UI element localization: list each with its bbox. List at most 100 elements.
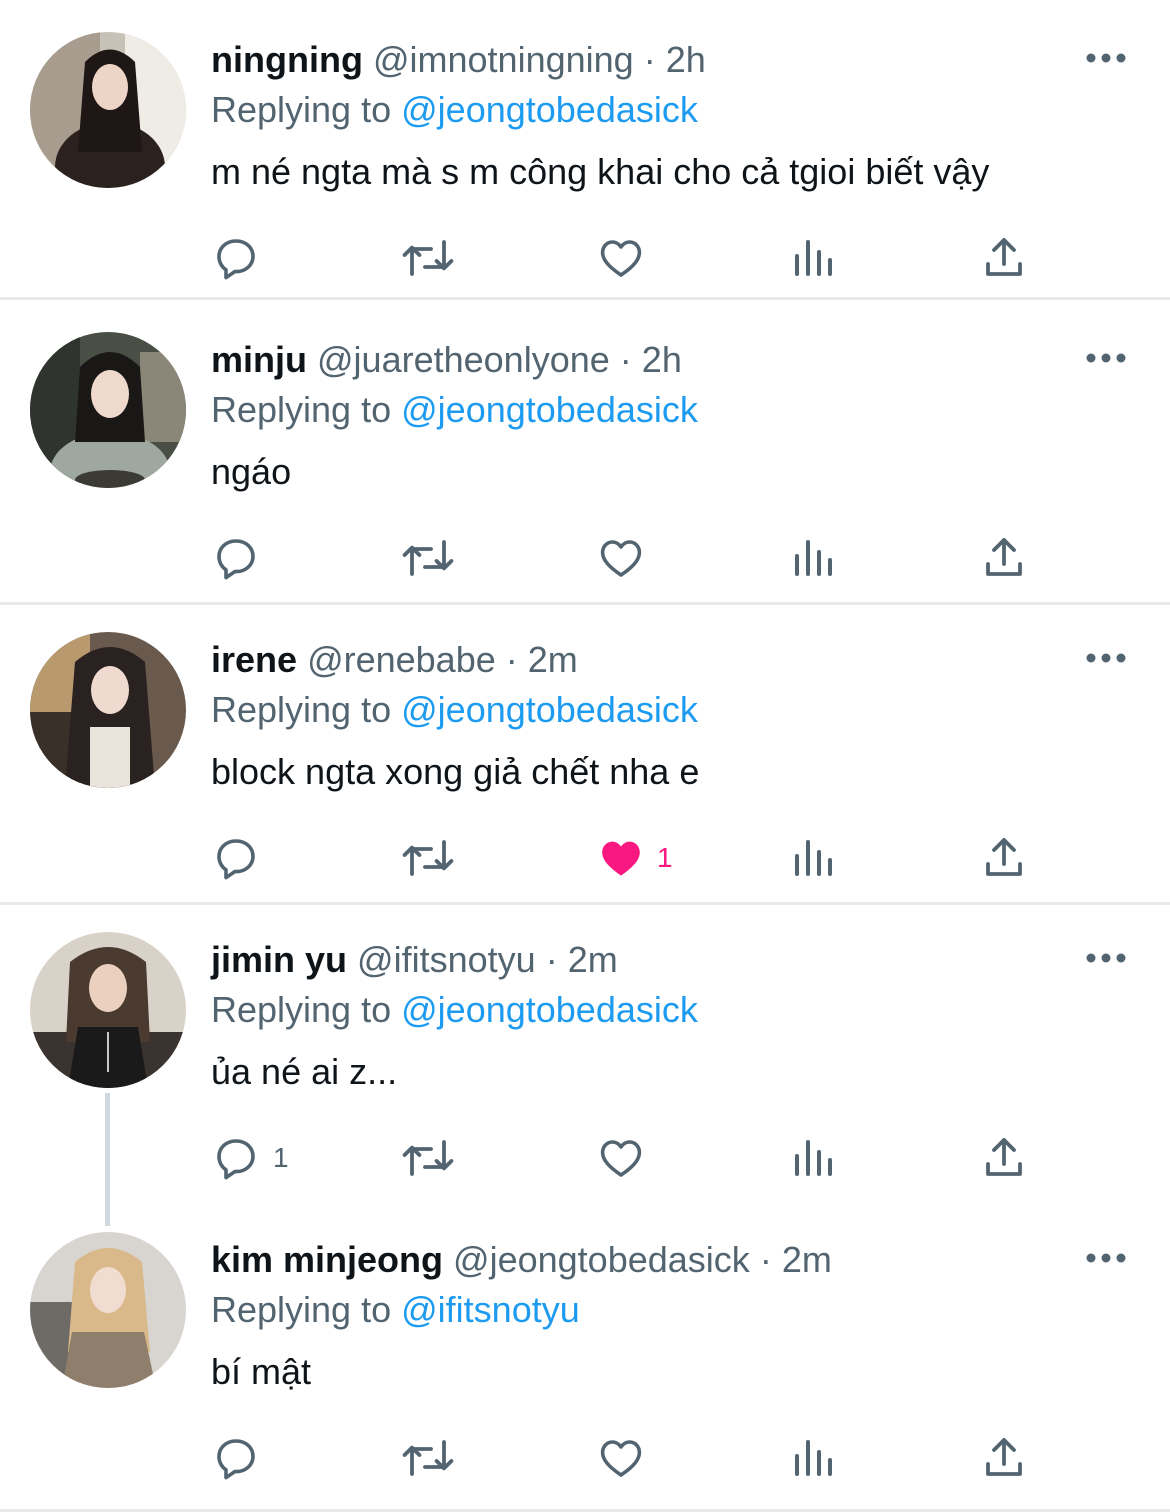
share-icon bbox=[980, 234, 1028, 282]
tweet-text: block ngta xong giả chết nha e bbox=[211, 751, 700, 792]
views-button[interactable] bbox=[789, 1134, 837, 1182]
reply-bubble-icon bbox=[213, 1134, 261, 1182]
timestamp[interactable]: 2m bbox=[782, 1239, 832, 1280]
tweet-header: kim minjeong @jeongtobedasick · 2m bbox=[211, 1238, 832, 1282]
reply-count: 1 bbox=[273, 1142, 289, 1173]
separator: · bbox=[505, 639, 518, 680]
views-button[interactable] bbox=[789, 1434, 837, 1482]
views-bar-icon bbox=[789, 534, 837, 582]
timestamp[interactable]: 2h bbox=[666, 39, 706, 80]
timestamp[interactable]: 2h bbox=[642, 339, 682, 380]
separator: · bbox=[619, 339, 632, 380]
more-dots-icon[interactable] bbox=[1084, 648, 1128, 668]
display-name[interactable]: irene bbox=[211, 639, 297, 680]
like-button[interactable] bbox=[597, 234, 657, 282]
like-button[interactable] bbox=[597, 1434, 657, 1482]
mention-link[interactable]: @jeongtobedasick bbox=[401, 689, 698, 730]
handle[interactable]: @ifitsnotyu bbox=[357, 939, 536, 980]
tweet-header: ningning @imnotningning · 2h bbox=[211, 38, 706, 82]
avatar[interactable] bbox=[30, 32, 186, 188]
retweet-icon bbox=[400, 534, 456, 582]
separator: · bbox=[545, 939, 558, 980]
reply-button[interactable] bbox=[213, 534, 273, 582]
retweet-button[interactable] bbox=[400, 1134, 456, 1182]
handle[interactable]: @renebabe bbox=[307, 639, 496, 680]
tweet[interactable]: ningning @imnotningning · 2h Replying to… bbox=[0, 0, 1170, 300]
retweet-button[interactable] bbox=[400, 534, 456, 582]
tweet-header: jimin yu @ifitsnotyu · 2m bbox=[211, 938, 618, 982]
reply-bubble-icon bbox=[213, 234, 261, 282]
share-button[interactable] bbox=[980, 834, 1028, 882]
timestamp[interactable]: 2m bbox=[568, 939, 618, 980]
replying-to-label: Replying to bbox=[211, 1289, 392, 1330]
avatar-photo bbox=[30, 632, 186, 788]
share-button[interactable] bbox=[980, 1434, 1028, 1482]
tweet[interactable]: irene @renebabe · 2m Replying to @jeongt… bbox=[0, 605, 1170, 905]
reply-button[interactable]: 1 bbox=[213, 1134, 289, 1182]
display-name[interactable]: ningning bbox=[211, 39, 363, 80]
tweet-header: minju @juaretheonlyone · 2h bbox=[211, 338, 682, 382]
like-button[interactable] bbox=[597, 534, 657, 582]
replying-to: Replying to @jeongtobedasick bbox=[211, 88, 698, 132]
heart-filled-icon bbox=[597, 834, 645, 882]
handle[interactable]: @jeongtobedasick bbox=[453, 1239, 750, 1280]
reply-bubble-icon bbox=[213, 1434, 261, 1482]
heart-icon bbox=[597, 1434, 645, 1482]
retweet-button[interactable] bbox=[400, 1434, 456, 1482]
like-count: 1 bbox=[657, 842, 673, 873]
avatar[interactable] bbox=[30, 932, 186, 1088]
more-dots-icon[interactable] bbox=[1084, 948, 1128, 968]
avatar-photo bbox=[30, 32, 186, 188]
retweet-button[interactable] bbox=[400, 234, 456, 282]
more-dots-icon[interactable] bbox=[1084, 348, 1128, 368]
views-bar-icon bbox=[789, 1134, 837, 1182]
avatar-photo bbox=[30, 1232, 186, 1388]
reply-button[interactable] bbox=[213, 1434, 273, 1482]
display-name[interactable]: minju bbox=[211, 339, 307, 380]
reply-button[interactable] bbox=[213, 234, 273, 282]
share-button[interactable] bbox=[980, 234, 1028, 282]
timestamp[interactable]: 2m bbox=[528, 639, 578, 680]
avatar[interactable] bbox=[30, 1232, 186, 1388]
like-button[interactable]: 1 bbox=[597, 834, 673, 882]
handle[interactable]: @juaretheonlyone bbox=[317, 339, 610, 380]
mention-link[interactable]: @jeongtobedasick bbox=[401, 89, 698, 130]
views-button[interactable] bbox=[789, 534, 837, 582]
views-button[interactable] bbox=[789, 834, 837, 882]
reply-button[interactable] bbox=[213, 834, 273, 882]
more-dots-icon[interactable] bbox=[1084, 48, 1128, 68]
retweet-icon bbox=[400, 834, 456, 882]
display-name[interactable]: kim minjeong bbox=[211, 1239, 443, 1280]
replying-to: Replying to @jeongtobedasick bbox=[211, 388, 698, 432]
retweet-icon bbox=[400, 1434, 456, 1482]
tweet-text: m né ngta mà s m công khai cho cả tgioi … bbox=[211, 151, 990, 192]
mention-link[interactable]: @ifitsnotyu bbox=[401, 1289, 580, 1330]
retweet-button[interactable] bbox=[400, 834, 456, 882]
share-button[interactable] bbox=[980, 534, 1028, 582]
like-button[interactable] bbox=[597, 1134, 657, 1182]
more-dots-icon[interactable] bbox=[1084, 1248, 1128, 1268]
mention-link[interactable]: @jeongtobedasick bbox=[401, 389, 698, 430]
views-button[interactable] bbox=[789, 234, 837, 282]
heart-icon bbox=[597, 534, 645, 582]
share-icon bbox=[980, 534, 1028, 582]
tweet[interactable]: minju @juaretheonlyone · 2h Replying to … bbox=[0, 305, 1170, 605]
share-button[interactable] bbox=[980, 1134, 1028, 1182]
heart-icon bbox=[597, 1134, 645, 1182]
avatar-photo bbox=[30, 332, 186, 488]
avatar[interactable] bbox=[30, 332, 186, 488]
tweet[interactable]: jimin yu @ifitsnotyu · 2m Replying to @j… bbox=[0, 905, 1170, 1205]
handle[interactable]: @imnotningning bbox=[373, 39, 634, 80]
display-name[interactable]: jimin yu bbox=[211, 939, 347, 980]
separator: · bbox=[759, 1239, 772, 1280]
replying-to-label: Replying to bbox=[211, 89, 392, 130]
tweet-header: irene @renebabe · 2m bbox=[211, 638, 578, 682]
views-bar-icon bbox=[789, 1434, 837, 1482]
mention-link[interactable]: @jeongtobedasick bbox=[401, 989, 698, 1030]
avatar[interactable] bbox=[30, 632, 186, 788]
reply-bubble-icon bbox=[213, 834, 261, 882]
replying-to-label: Replying to bbox=[211, 989, 392, 1030]
replying-to-label: Replying to bbox=[211, 389, 392, 430]
views-bar-icon bbox=[789, 834, 837, 882]
tweet[interactable]: kim minjeong @jeongtobedasick · 2m Reply… bbox=[0, 1205, 1170, 1512]
